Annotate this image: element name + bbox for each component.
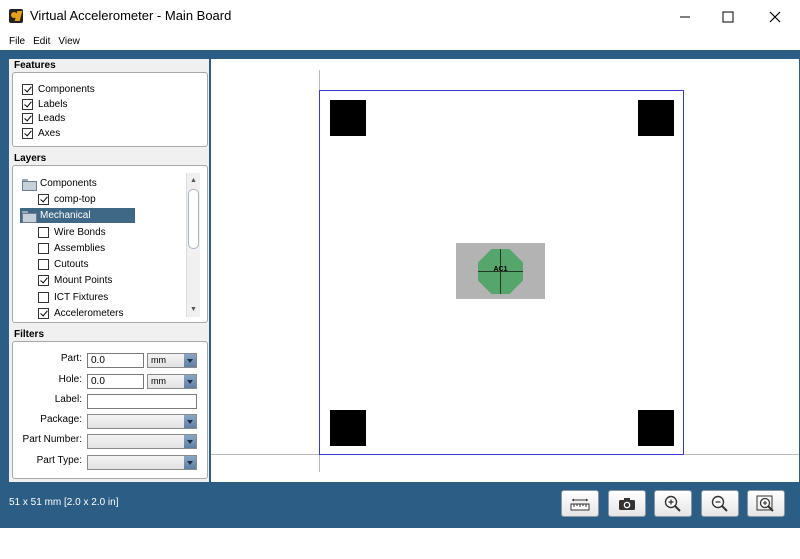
mount-point-top-left[interactable] xyxy=(330,100,366,136)
mount-point-bottom-left[interactable] xyxy=(330,410,366,446)
hole-input[interactable]: 0.0 xyxy=(87,374,144,389)
checkbox[interactable] xyxy=(22,83,33,95)
scroll-thumb[interactable] xyxy=(188,189,199,249)
folder-icon xyxy=(22,178,37,191)
zoom-fit-button[interactable] xyxy=(747,490,785,517)
feature-axes[interactable]: Axes xyxy=(22,126,60,140)
layer-accelerometers[interactable]: Accelerometers xyxy=(38,306,123,320)
folder-open-icon xyxy=(22,210,37,223)
checkbox[interactable] xyxy=(22,112,33,124)
window-title: Virtual Accelerometer - Main Board xyxy=(30,8,232,23)
package-select[interactable] xyxy=(87,414,197,429)
part-label: Part: xyxy=(60,353,82,364)
layer-label: Accelerometers xyxy=(54,307,124,319)
feature-label: Leads xyxy=(38,112,66,124)
scroll-up-icon[interactable]: ▲ xyxy=(187,174,200,187)
features-title: Features xyxy=(14,60,56,71)
chevron-down-icon[interactable] xyxy=(184,375,196,388)
part-type-select[interactable] xyxy=(87,455,197,470)
layer-group-components[interactable]: Components xyxy=(20,176,97,191)
close-icon xyxy=(769,11,781,22)
part-type-label: Part Type: xyxy=(36,455,82,466)
part-number-label: Part Number: xyxy=(22,434,82,445)
checkbox[interactable] xyxy=(38,242,49,254)
menu-edit[interactable]: Edit xyxy=(33,36,50,47)
checkbox[interactable] xyxy=(22,98,33,110)
layer-label: Cutouts xyxy=(54,258,89,270)
layer-wire-bonds[interactable]: Wire Bonds xyxy=(38,225,106,239)
part-unit-select[interactable]: mm xyxy=(147,353,197,368)
package-label: Package: xyxy=(40,414,82,425)
title-bar: Virtual Accelerometer - Main Board xyxy=(0,0,800,33)
hole-label: Hole: xyxy=(58,374,82,385)
layer-group-mechanical[interactable]: Mechanical xyxy=(20,208,135,223)
layer-ict-fixtures[interactable]: ICT Fixtures xyxy=(38,290,108,304)
menu-view[interactable]: View xyxy=(58,36,80,47)
maximize-button[interactable] xyxy=(705,0,751,33)
chevron-down-icon[interactable] xyxy=(184,456,196,469)
hole-unit-select[interactable]: mm xyxy=(147,374,197,389)
app-icon xyxy=(9,9,23,23)
checkbox[interactable] xyxy=(38,291,49,303)
chevron-down-icon[interactable] xyxy=(184,354,196,367)
layer-label: ICT Fixtures xyxy=(54,291,109,303)
scroll-down-icon[interactable]: ▼ xyxy=(187,303,200,316)
zoom-out-icon xyxy=(711,495,728,512)
part-input[interactable]: 0.0 xyxy=(87,353,144,368)
checkbox[interactable] xyxy=(38,226,49,238)
minimize-button[interactable] xyxy=(662,0,708,33)
layer-mount-points[interactable]: Mount Points xyxy=(38,273,112,287)
menu-file[interactable]: File xyxy=(9,36,25,47)
label-input[interactable] xyxy=(87,394,197,409)
chevron-down-icon[interactable] xyxy=(184,415,196,428)
hole-unit-value: mm xyxy=(151,376,166,386)
feature-leads[interactable]: Leads xyxy=(22,111,65,125)
part-unit-value: mm xyxy=(151,355,166,365)
minimize-icon xyxy=(680,16,690,17)
part-number-select[interactable] xyxy=(87,434,197,449)
window-bottom-margin xyxy=(0,528,800,559)
checkbox[interactable] xyxy=(38,193,49,205)
board-size-status: 51 x 51 mm [2.0 x 2.0 in] xyxy=(9,497,119,508)
layer-group-label: Components xyxy=(40,178,97,189)
layer-label: Assemblies xyxy=(54,242,106,254)
snapshot-button[interactable] xyxy=(608,490,646,517)
feature-label: Axes xyxy=(38,127,61,139)
checkbox[interactable] xyxy=(38,307,49,319)
component-label: AC1 xyxy=(493,266,508,273)
checkbox[interactable] xyxy=(38,258,49,270)
zoom-in-icon xyxy=(664,495,681,512)
menu-bar: File Edit View xyxy=(0,33,800,50)
checkbox[interactable] xyxy=(22,127,33,139)
filters-title: Filters xyxy=(14,329,45,340)
feature-label: Labels xyxy=(38,98,68,110)
zoom-in-button[interactable] xyxy=(654,490,692,517)
chevron-down-icon[interactable] xyxy=(184,435,196,448)
ruler-icon xyxy=(570,498,590,510)
layer-group-label: Mechanical xyxy=(40,210,91,221)
maximize-icon xyxy=(722,11,734,22)
feature-label: Components xyxy=(38,83,95,95)
layers-scrollbar[interactable]: ▲ ▼ xyxy=(186,173,200,317)
layer-comp-top[interactable]: comp-top xyxy=(38,192,96,206)
mount-point-top-right[interactable] xyxy=(638,100,674,136)
layer-label: Mount Points xyxy=(54,274,113,286)
layer-cutouts[interactable]: Cutouts xyxy=(38,257,88,271)
layer-assemblies[interactable]: Assemblies xyxy=(38,241,105,255)
zoom-fit-icon xyxy=(756,495,774,512)
zoom-out-button[interactable] xyxy=(701,490,739,517)
mount-point-bottom-right[interactable] xyxy=(638,410,674,446)
layer-label: comp-top xyxy=(54,193,96,205)
camera-icon xyxy=(619,497,635,510)
label-label: Label: xyxy=(54,394,82,405)
layers-title: Layers xyxy=(14,153,47,164)
close-button[interactable] xyxy=(752,0,798,33)
feature-labels[interactable]: Labels xyxy=(22,97,67,111)
layer-label: Wire Bonds xyxy=(54,226,106,238)
checkbox[interactable] xyxy=(38,274,49,286)
measure-button[interactable] xyxy=(561,490,599,517)
feature-components[interactable]: Components xyxy=(22,82,95,96)
